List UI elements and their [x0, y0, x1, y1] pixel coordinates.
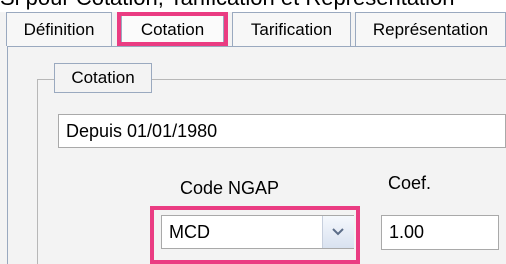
dropdown-button[interactable]: [322, 216, 354, 248]
tab-definition[interactable]: Définition: [6, 12, 112, 46]
date-range-field[interactable]: Depuis 01/01/1980: [58, 114, 506, 148]
chevron-down-icon: [332, 228, 344, 236]
code-ngap-label: Code NGAP: [180, 178, 280, 198]
coef-label: Coef.: [388, 173, 432, 193]
tab-tarification[interactable]: Tarification: [232, 12, 351, 46]
cropped-instruction-text: Si pour Cotation, Tarification et Représ…: [0, 0, 506, 10]
tab-representation[interactable]: Représentation: [355, 12, 506, 46]
tab-bar: Définition Cotation Tarification Représe…: [0, 12, 506, 46]
coef-input[interactable]: 1.00: [381, 215, 499, 250]
code-ngap-value: MCD: [169, 222, 210, 242]
tab-cotation[interactable]: Cotation: [121, 12, 224, 46]
groupbox-title: Cotation: [54, 63, 152, 93]
